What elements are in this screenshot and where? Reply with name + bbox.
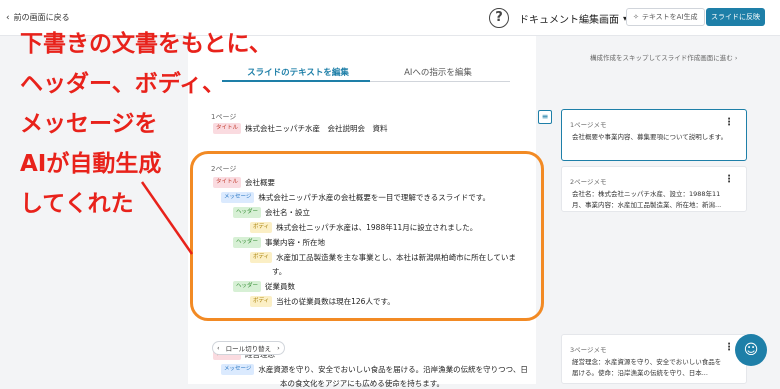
kebab-menu-icon[interactable]: ⋮: [724, 342, 734, 353]
chevron-right-icon: ›: [734, 54, 738, 62]
memo-card-2[interactable]: 2ページメモ ⋮ 会社名：株式会社ニッパチ水産、設立：1988年11 月、事業内…: [561, 166, 747, 212]
chat-icon: ☺: [743, 342, 759, 358]
skip-link-label: 構成作成をスキップしてスライド作成画面に進む: [590, 54, 733, 62]
chat-support-button[interactable]: ☺: [735, 334, 767, 366]
sparkle-icon: ✧: [633, 13, 639, 21]
annotation-line-4: AIが自動生成: [20, 151, 162, 177]
memo-line-2: 月、事業内容：水産加工品製造業、所在地：新潟...: [572, 201, 722, 209]
chevron-left-icon: ‹: [6, 12, 10, 23]
memo-line-1: 会社概要や事業内容、募集要項について説明します。: [572, 133, 728, 141]
memo-icon[interactable]: ≡: [538, 110, 552, 124]
memo-line-2: 届ける。使命：沿岸漁業の伝統を守り、日本...: [572, 369, 708, 377]
memo-title: 2ページメモ: [570, 178, 607, 186]
kebab-menu-icon[interactable]: ⋮: [724, 174, 734, 185]
memo-line-1: 会社名：株式会社ニッパチ水産、設立：1988年11: [572, 190, 721, 198]
annotation-line-1: 下書きの文書をもとに、: [20, 31, 272, 57]
memo-line-1: 経営理念：水産資源を守り、安全でおいしい食品を: [572, 358, 722, 366]
back-link[interactable]: ‹ 前の画面に戻る: [6, 12, 70, 23]
tab-divider: [370, 81, 510, 82]
memo-title: 1ページメモ: [570, 121, 607, 129]
help-icon[interactable]: ?: [489, 8, 509, 28]
memo-text: 経営理念：水産資源を守り、安全でおいしい食品を 届ける。使命：沿岸漁業の伝統を守…: [572, 357, 734, 379]
chevron-right-icon[interactable]: ›: [277, 344, 280, 352]
annotation-line-3: メッセージを: [20, 111, 158, 137]
memo-text: 会社名：株式会社ニッパチ水産、設立：1988年11 月、事業内容：水産加工品製造…: [572, 189, 734, 211]
scroll-control[interactable]: ‹ ロール切り替え ›: [212, 341, 285, 355]
message-tag: メッセージ: [221, 364, 255, 375]
annotation-arrow: [140, 181, 194, 255]
skip-link[interactable]: 構成作成をスキップしてスライド作成画面に進む ›: [590, 52, 738, 62]
memo-text: 会社概要や事業内容、募集要項について説明します。: [572, 132, 734, 143]
memo-title: 3ページメモ: [570, 346, 607, 354]
ai-generate-button[interactable]: ✧ テキストをAI生成: [626, 8, 705, 26]
back-label: 前の画面に戻る: [13, 13, 70, 22]
kebab-menu-icon[interactable]: ⋮: [724, 117, 734, 128]
page-3-message: 水産資源を守り、安全でおいしい食品を届ける。沿岸漁業の伝統を守りつつ、日: [258, 365, 528, 374]
annotation-line-2: ヘッダー、ボディ、: [20, 71, 226, 97]
mode-label: ドキュメント編集画面: [519, 15, 619, 26]
memo-card-1[interactable]: 1ページメモ ⋮ 会社概要や事業内容、募集要項について説明します。: [561, 109, 747, 161]
reflect-to-slide-button[interactable]: スライドに反映: [706, 8, 765, 26]
tab-ai-instructions[interactable]: AIへの指示を編集: [363, 66, 513, 78]
annotation-arrow-line: [140, 181, 194, 255]
page-3-message-row[interactable]: メッセージ 水産資源を守り、安全でおいしい食品を届ける。沿岸漁業の伝統を守りつつ…: [221, 364, 528, 375]
mode-select[interactable]: ドキュメント編集画面 ▾: [519, 11, 627, 26]
chevron-left-icon[interactable]: ‹: [217, 344, 220, 352]
ai-generate-label: テキストをAI生成: [641, 13, 698, 21]
memo-card-3[interactable]: 3ページメモ ⋮ 経営理念：水産資源を守り、安全でおいしい食品を 届ける。使命：…: [561, 334, 747, 384]
scroll-control-label: ロール切り替え: [225, 345, 272, 353]
